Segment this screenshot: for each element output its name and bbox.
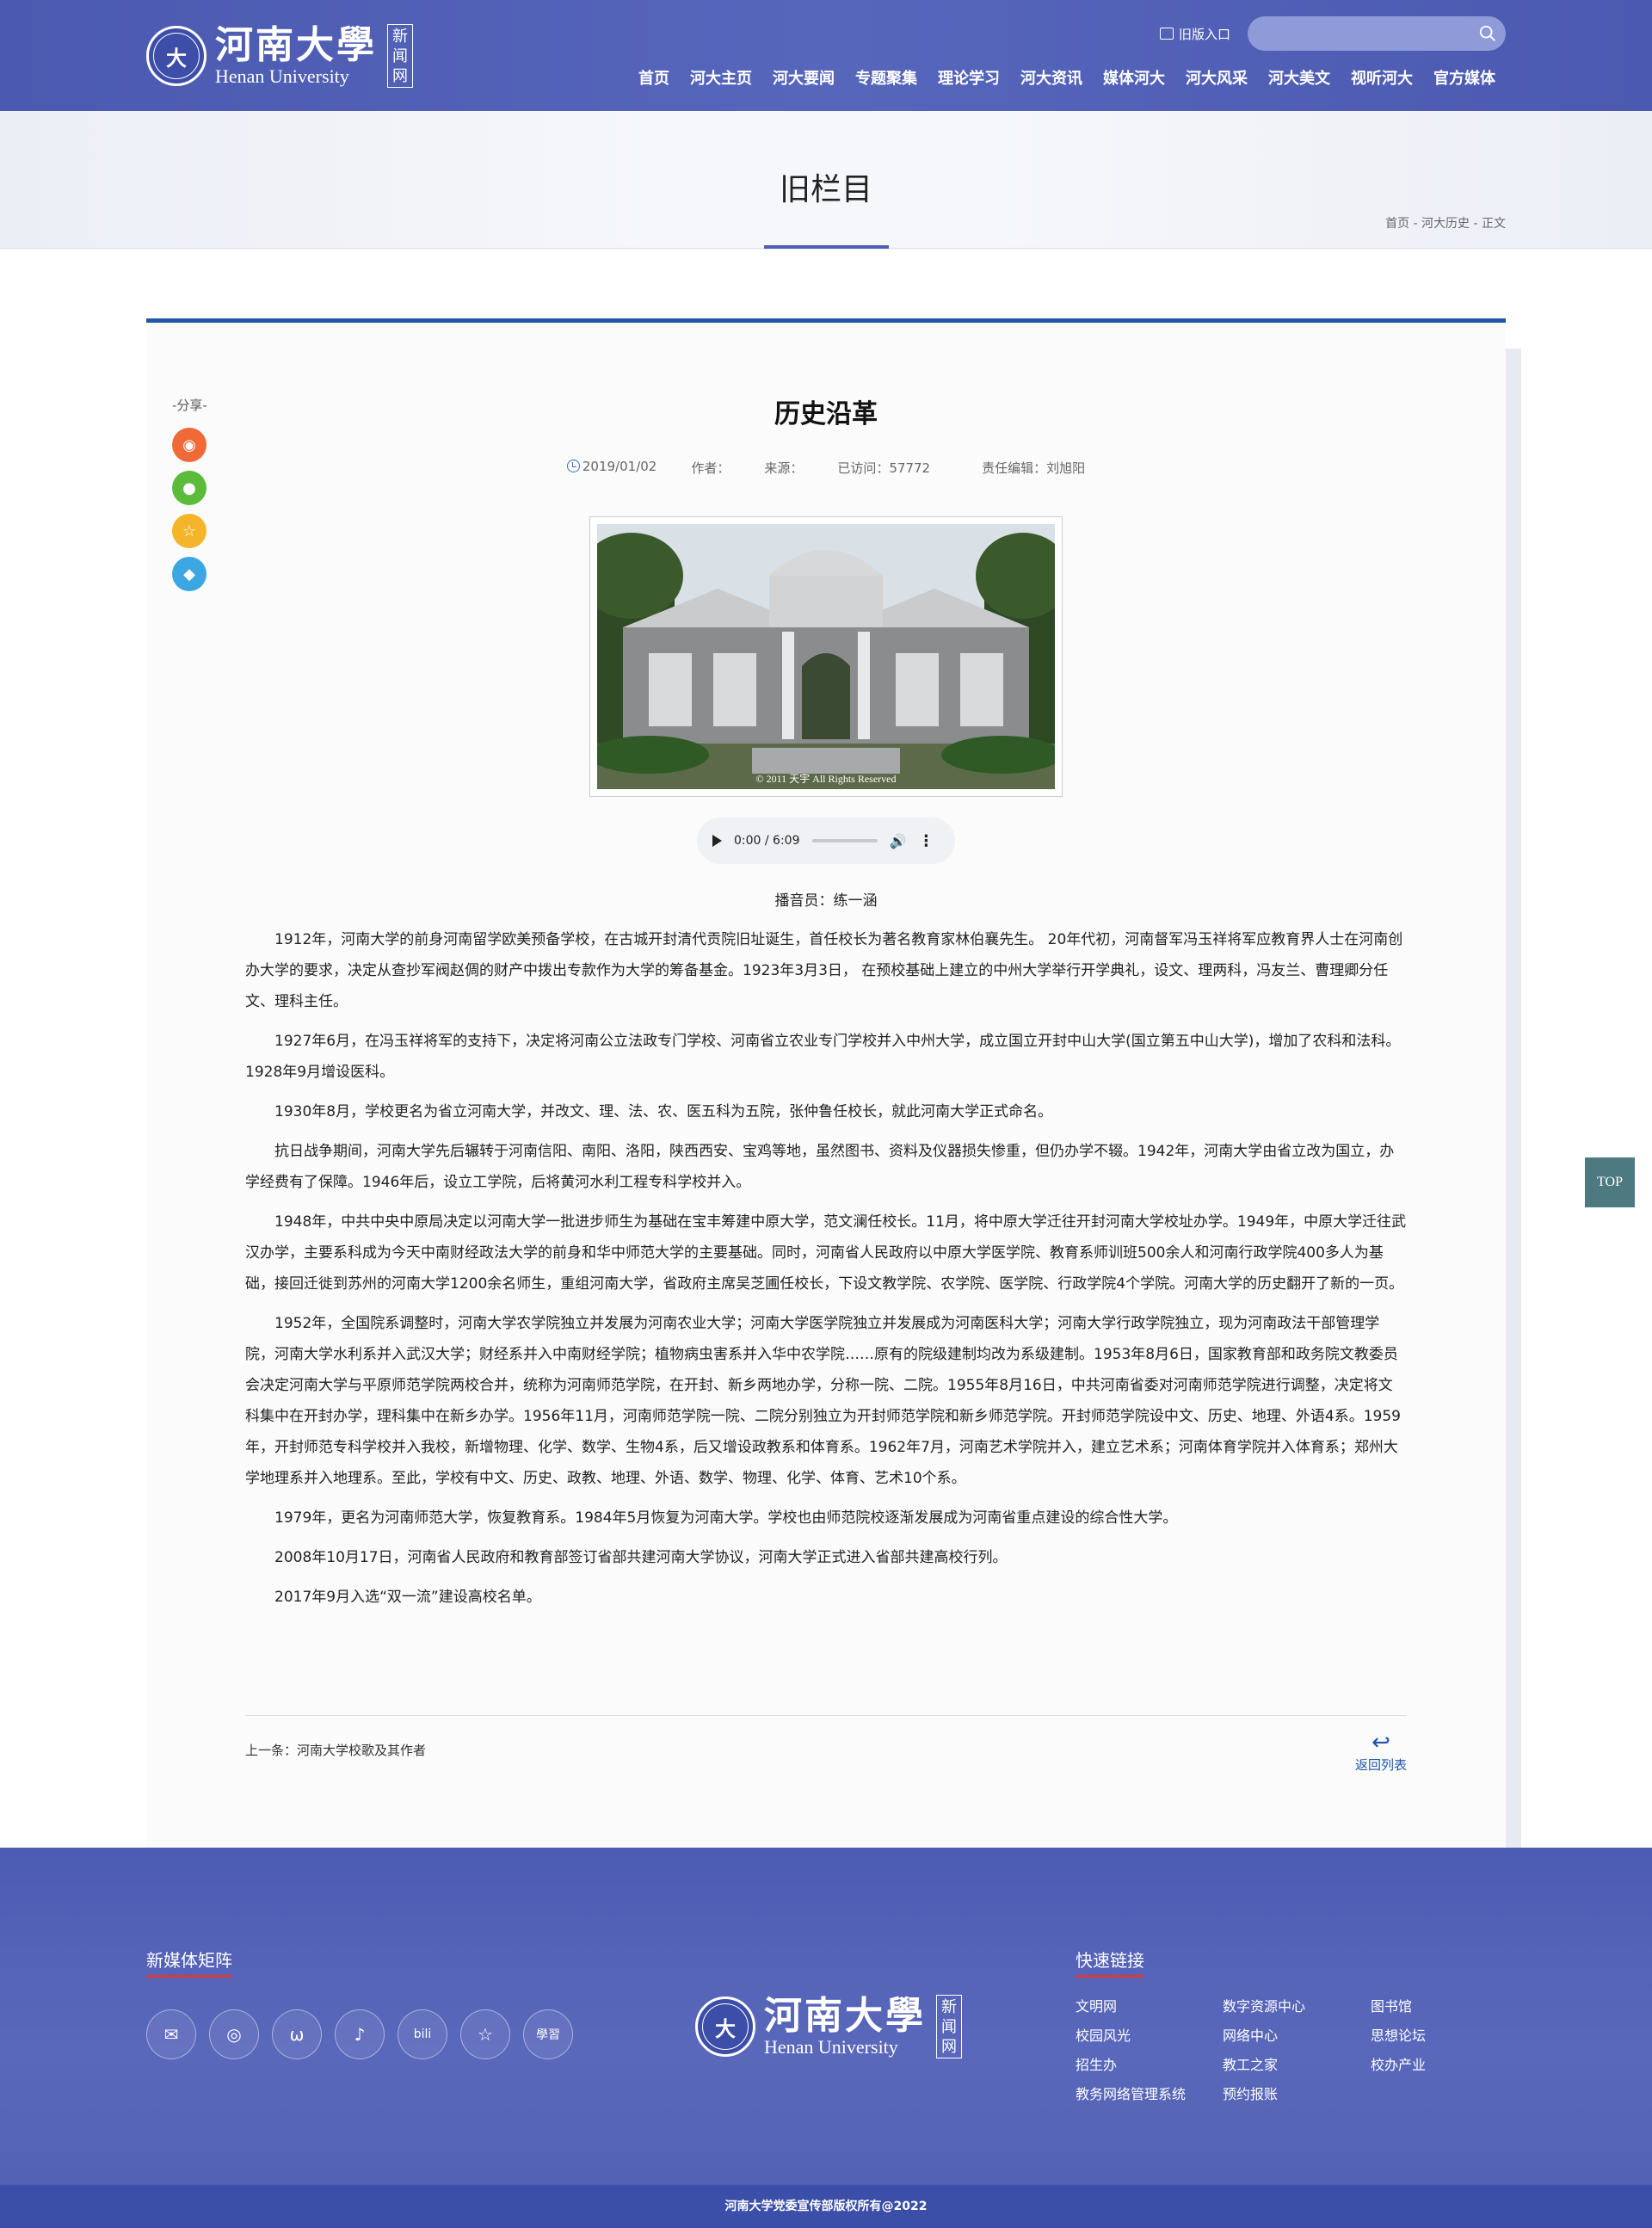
tiktok-icon[interactable]: ♪ (335, 2009, 385, 2059)
wechat-icon: ● (182, 478, 196, 497)
volume-icon[interactable]: 🔊 (890, 833, 907, 849)
footer-logo-chinese-name: 河南大學 (764, 1994, 926, 2038)
nav-item-theory[interactable]: 理论学习 (928, 67, 1010, 91)
audio-progress-bar[interactable] (811, 839, 878, 842)
nav-item-university-home[interactable]: 河大主页 (680, 67, 762, 91)
share-qq-button[interactable]: ◆ (172, 557, 206, 591)
nav-item-home[interactable]: 首页 (628, 67, 680, 91)
logo-news-tag: 新闻网 (387, 24, 413, 88)
back-to-list-button[interactable]: ↩ 返回列表 (1347, 1730, 1415, 1774)
building-illustration (597, 524, 1055, 789)
main-nav: 首页 河大主页 河大要闻 专题聚集 理论学习 河大资讯 媒体河大 河大风采 河大… (628, 67, 1506, 91)
favorite-icon[interactable]: ☆ (460, 2009, 510, 2059)
old-version-icon (1160, 28, 1174, 40)
paragraph: 2017年9月入选“双一流”建设高校名单。 (274, 1589, 541, 1606)
logo-english-name: Henan University (215, 65, 349, 87)
previous-article-link[interactable]: 上一条：河南大学校歌及其作者 (245, 1741, 426, 1759)
quick-link[interactable]: 文明网 (1076, 1995, 1117, 2015)
more-options-icon[interactable]: ⋮ (918, 832, 934, 850)
nav-item-style[interactable]: 河大风采 (1175, 67, 1258, 91)
footer-logo[interactable]: 大 河南大學 Henan University 新闻网 (695, 1995, 962, 2058)
back-to-list-label: 返回列表 (1354, 1757, 1407, 1773)
quick-link[interactable]: 思想论坛 (1371, 2024, 1426, 2045)
paragraph: 1930年8月，学校更名为省立河南大学，并改文、理、法、农、医五科为五院，张仲鲁… (274, 1103, 1053, 1120)
footer-logo-news-tag: 新闻网 (936, 1995, 962, 2058)
weibo-icon: ◉ (182, 435, 196, 454)
building-photo: © 2011 天宇 All Rights Reserved (597, 524, 1055, 789)
audio-player[interactable]: 0:00 / 6:09 🔊 ⋮ (697, 818, 955, 864)
nav-item-essays[interactable]: 河大美文 (1258, 67, 1341, 91)
old-version-link[interactable]: 旧版入口 (1160, 24, 1230, 43)
quick-links-underline (1076, 1975, 1144, 1978)
article-source: 来源： (764, 460, 804, 476)
article-title: 历史沿革 (774, 399, 878, 429)
site-logo[interactable]: 大 河南大學 Henan University 新闻网 (146, 17, 413, 95)
column-banner: 旧栏目 首页 - 河大历史 - 正文 (0, 111, 1652, 249)
logo-chinese-name: 河南大學 (215, 23, 377, 67)
quick-link[interactable]: 校办产业 (1371, 2053, 1426, 2074)
nav-item-official-media[interactable]: 官方媒体 (1423, 67, 1506, 91)
quick-links-title: 快速链接 (1076, 1950, 1144, 1971)
quick-link[interactable]: 预约报账 (1223, 2083, 1278, 2103)
nav-item-video[interactable]: 视听河大 (1341, 67, 1423, 91)
column-title: 旧栏目 (779, 172, 872, 207)
breadcrumb[interactable]: 首页 - 河大历史 - 正文 (1385, 214, 1506, 231)
favorite-icon: ☆ (182, 522, 197, 540)
reply-arrow-icon: ↩ (1372, 1730, 1390, 1756)
bilibili-icon[interactable]: bili (398, 2009, 447, 2059)
nav-item-topics[interactable]: 专题聚集 (845, 67, 928, 91)
wechat-icon[interactable]: ✉ (146, 2009, 196, 2059)
search-input[interactable] (1248, 16, 1506, 51)
quick-link[interactable]: 网络中心 (1223, 2024, 1278, 2045)
site-header: 大 河南大學 Henan University 新闻网 旧版入口 首页 河大主页… (0, 0, 1652, 111)
quick-link[interactable]: 教务网络管理系统 (1076, 2083, 1186, 2103)
qq-icon: ◆ (183, 565, 195, 583)
paragraph: 1927年6月，在冯玉祥将军的支持下，决定将河南公立法政专门学校、河南省立农业专… (245, 1033, 1401, 1081)
paragraph: 1952年，全国院系调整时，河南大学农学院独立并发展为河南农业大学；河南大学医学… (245, 1315, 1401, 1487)
paragraph: 抗日战争期间，河南大学先后辗转于河南信阳、南阳、洛阳，陕西西安、宝鸡等地，虽然图… (245, 1143, 1395, 1191)
butterfly-icon[interactable]: ω (272, 2009, 322, 2059)
share-favorite-button[interactable]: ☆ (172, 514, 206, 548)
media-matrix-underline (146, 1975, 232, 1978)
publish-date: 2019/01/02 (566, 459, 656, 477)
article-photo-frame: © 2011 天宇 All Rights Reserved (589, 516, 1063, 797)
copyright-bar: 河南大学党委宣传部版权所有@2022 (0, 2185, 1652, 2228)
quick-link[interactable]: 教工之家 (1223, 2053, 1278, 2074)
play-icon[interactable] (712, 835, 722, 847)
article-meta: 2019/01/02 作者： 来源： 已访问：57772 责任编辑：刘旭阳 (146, 459, 1506, 477)
paragraph: 1979年，更名为河南师范大学，恢复教育系。1984年5月恢复为河南大学。学校也… (274, 1509, 1178, 1527)
audio-time: 0:00 / 6:09 (734, 834, 800, 848)
nav-item-headlines[interactable]: 河大要闻 (762, 67, 845, 91)
nav-item-media[interactable]: 媒体河大 (1093, 67, 1175, 91)
xuexi-icon[interactable]: 學習 (523, 2009, 573, 2059)
nav-item-news[interactable]: 河大资讯 (1010, 67, 1093, 91)
announcer-credit: 播音员：练一涵 (774, 892, 878, 910)
paragraph: 1948年，中共中央中原局决定以河南大学一批进步师生为基础在宝丰筹建中原大学，范… (245, 1213, 1407, 1293)
search-icon[interactable] (1478, 24, 1497, 43)
paragraph: 2008年10月17日，河南省人民政府和教育部签订省部共建河南大学协议，河南大学… (274, 1549, 1008, 1566)
clock-icon (566, 460, 580, 472)
old-version-label: 旧版入口 (1179, 26, 1231, 42)
responsible-editor: 责任编辑：刘旭阳 (982, 460, 1086, 476)
footer-logo-english-name: Henan University (764, 2036, 898, 2058)
quick-link[interactable]: 数字资源中心 (1223, 1995, 1305, 2015)
visit-count: 已访问：57772 (837, 460, 931, 476)
media-matrix-title: 新媒体矩阵 (146, 1950, 232, 1971)
share-weibo-button[interactable]: ◉ (172, 428, 206, 462)
paragraph: 1912年，河南大学的前身河南留学欧美预备学校，在古城开封清代贡院旧址诞生，首任… (245, 931, 1403, 1010)
quick-link[interactable]: 图书馆 (1371, 1995, 1412, 2015)
university-seal-icon: 大 (695, 1997, 755, 2057)
quick-link[interactable]: 校园风光 (1076, 2024, 1131, 2045)
photo-copyright: © 2011 天宇 All Rights Reserved (755, 773, 897, 785)
quick-link[interactable]: 招生办 (1076, 2053, 1117, 2074)
back-to-top-button[interactable]: TOP (1585, 1157, 1635, 1207)
weibo-icon[interactable]: ◎ (209, 2009, 259, 2059)
article-body: 1912年，河南大学的前身河南留学欧美预备学校，在古城开封清代贡院旧址诞生，首任… (245, 924, 1407, 1621)
article-divider (245, 1715, 1407, 1716)
university-seal-icon: 大 (146, 26, 206, 86)
article-author: 作者： (691, 460, 730, 476)
column-title-underline (764, 245, 889, 249)
article-side-shadow (1506, 349, 1521, 1848)
